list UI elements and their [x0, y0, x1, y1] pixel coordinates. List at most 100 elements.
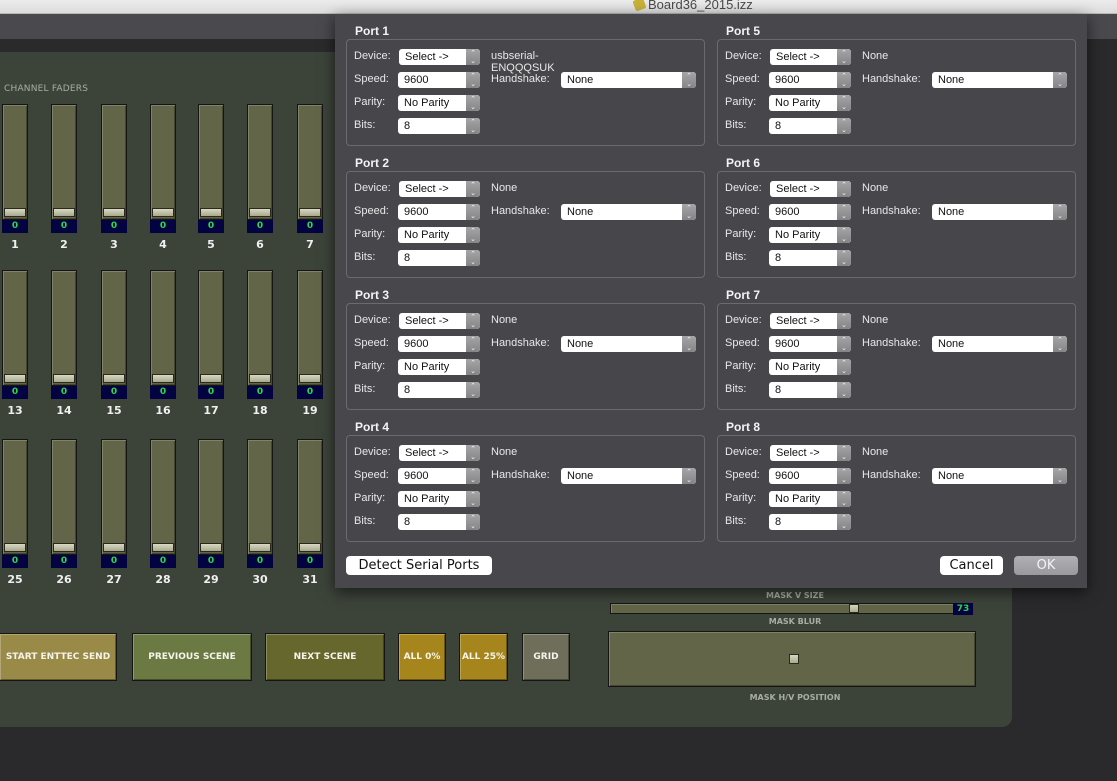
fader-track[interactable] — [51, 439, 77, 555]
bits-label: Bits: — [354, 119, 376, 131]
mask-hv-position-label: MASK H/V POSITION — [749, 693, 841, 702]
fader-track[interactable] — [150, 270, 176, 386]
handshake-select[interactable]: None ⌃ ⌄ — [561, 204, 696, 220]
handshake-select[interactable]: None ⌃ ⌄ — [932, 336, 1067, 352]
fader-knob[interactable] — [152, 374, 174, 383]
fader-knob[interactable] — [4, 374, 26, 383]
parity-select[interactable]: No Parity ⌃ ⌄ — [398, 227, 480, 243]
device-select-value: Select -> — [405, 183, 449, 195]
handshake-select[interactable]: None ⌃ ⌄ — [561, 336, 696, 352]
fader-knob[interactable] — [4, 543, 26, 552]
fader-track[interactable] — [101, 270, 127, 386]
device-select[interactable]: Select -> ⌃ ⌄ — [399, 49, 480, 65]
all-25-button[interactable]: ALL 25% — [459, 633, 508, 681]
fader-knob[interactable] — [249, 543, 271, 552]
fader-track[interactable] — [198, 104, 224, 220]
device-select[interactable]: Select -> ⌃ ⌄ — [399, 445, 480, 461]
fader-track[interactable] — [297, 439, 323, 555]
fader-track[interactable] — [247, 270, 273, 386]
fader-knob[interactable] — [103, 208, 125, 217]
fader-knob[interactable] — [53, 208, 75, 217]
handshake-select[interactable]: None ⌃ ⌄ — [932, 72, 1067, 88]
ok-button[interactable]: OK — [1014, 556, 1078, 575]
fader-track[interactable] — [297, 270, 323, 386]
speed-select[interactable]: 9600 ⌃ ⌄ — [769, 336, 851, 352]
parity-select[interactable]: No Parity ⌃ ⌄ — [398, 491, 480, 507]
fader-knob[interactable] — [299, 543, 321, 552]
cancel-button[interactable]: Cancel — [940, 556, 1003, 575]
fader-track[interactable] — [247, 439, 273, 555]
previous-scene-button[interactable]: PREVIOUS SCENE — [132, 633, 252, 681]
device-select[interactable]: Select -> ⌃ ⌄ — [770, 445, 851, 461]
bits-select[interactable]: 8 ⌃ ⌄ — [398, 514, 480, 530]
speed-select[interactable]: 9600 ⌃ ⌄ — [398, 72, 480, 88]
parity-select[interactable]: No Parity ⌃ ⌄ — [769, 227, 851, 243]
speed-select[interactable]: 9600 ⌃ ⌄ — [769, 72, 851, 88]
device-select[interactable]: Select -> ⌃ ⌄ — [399, 181, 480, 197]
fader-track[interactable] — [101, 439, 127, 555]
handshake-select-value: None — [938, 470, 965, 482]
mask-blur-slider[interactable] — [610, 603, 954, 614]
fader-knob[interactable] — [4, 208, 26, 217]
fader-track[interactable] — [150, 439, 176, 555]
fader-knob[interactable] — [103, 543, 125, 552]
fader-knob[interactable] — [152, 543, 174, 552]
bits-select[interactable]: 8 ⌃ ⌄ — [769, 250, 851, 266]
bits-select[interactable]: 8 ⌃ ⌄ — [398, 250, 480, 266]
speed-select[interactable]: 9600 ⌃ ⌄ — [769, 468, 851, 484]
fader-knob[interactable] — [299, 374, 321, 383]
fader-track[interactable] — [101, 104, 127, 220]
bits-select[interactable]: 8 ⌃ ⌄ — [398, 382, 480, 398]
fader-knob[interactable] — [200, 374, 222, 383]
handshake-select[interactable]: None ⌃ ⌄ — [932, 468, 1067, 484]
fader-track[interactable] — [2, 439, 28, 555]
fader-knob[interactable] — [200, 543, 222, 552]
parity-select[interactable]: No Parity ⌃ ⌄ — [769, 95, 851, 111]
parity-select[interactable]: No Parity ⌃ ⌄ — [769, 491, 851, 507]
speed-select[interactable]: 9600 ⌃ ⌄ — [398, 204, 480, 220]
fader-track[interactable] — [51, 104, 77, 220]
fader-track[interactable] — [2, 104, 28, 220]
xy-pad-knob[interactable] — [789, 654, 799, 664]
detect-serial-ports-button[interactable]: Detect Serial Ports — [346, 556, 492, 575]
handshake-select[interactable]: None ⌃ ⌄ — [932, 204, 1067, 220]
start-enttec-send-button[interactable]: START ENTTEC SEND — [0, 633, 117, 681]
fader-track[interactable] — [247, 104, 273, 220]
speed-select[interactable]: 9600 ⌃ ⌄ — [398, 336, 480, 352]
fader-track[interactable] — [198, 270, 224, 386]
mask-hv-position-pad[interactable] — [608, 631, 976, 687]
fader-track[interactable] — [297, 104, 323, 220]
fader-knob[interactable] — [53, 543, 75, 552]
bits-select[interactable]: 8 ⌃ ⌄ — [398, 118, 480, 134]
all-0-button[interactable]: ALL 0% — [398, 633, 446, 681]
fader-knob[interactable] — [152, 208, 174, 217]
fader-track[interactable] — [198, 439, 224, 555]
next-scene-button[interactable]: NEXT SCENE — [265, 633, 385, 681]
fader-knob[interactable] — [53, 374, 75, 383]
speed-select[interactable]: 9600 ⌃ ⌄ — [769, 204, 851, 220]
parity-select[interactable]: No Parity ⌃ ⌄ — [769, 359, 851, 375]
fader-knob[interactable] — [249, 374, 271, 383]
bits-select[interactable]: 8 ⌃ ⌄ — [769, 118, 851, 134]
device-select[interactable]: Select -> ⌃ ⌄ — [770, 49, 851, 65]
fader-track[interactable] — [150, 104, 176, 220]
grid-button[interactable]: GRID — [522, 633, 570, 681]
handshake-select[interactable]: None ⌃ ⌄ — [561, 72, 696, 88]
speed-select[interactable]: 9600 ⌃ ⌄ — [398, 468, 480, 484]
fader-knob[interactable] — [299, 208, 321, 217]
bits-select[interactable]: 8 ⌃ ⌄ — [769, 514, 851, 530]
device-select[interactable]: Select -> ⌃ ⌄ — [770, 181, 851, 197]
fader-track[interactable] — [2, 270, 28, 386]
bits-select[interactable]: 8 ⌃ ⌄ — [769, 382, 851, 398]
parity-select[interactable]: No Parity ⌃ ⌄ — [398, 359, 480, 375]
device-select[interactable]: Select -> ⌃ ⌄ — [399, 313, 480, 329]
parity-select[interactable]: No Parity ⌃ ⌄ — [398, 95, 480, 111]
device-select[interactable]: Select -> ⌃ ⌄ — [770, 313, 851, 329]
fader-track[interactable] — [51, 270, 77, 386]
fader-knob[interactable] — [200, 208, 222, 217]
fader-knob[interactable] — [103, 374, 125, 383]
fader-knob[interactable] — [249, 208, 271, 217]
handshake-select[interactable]: None ⌃ ⌄ — [561, 468, 696, 484]
stepper-arrows-icon: ⌃ ⌄ — [682, 204, 696, 220]
slider-knob[interactable] — [849, 604, 859, 613]
